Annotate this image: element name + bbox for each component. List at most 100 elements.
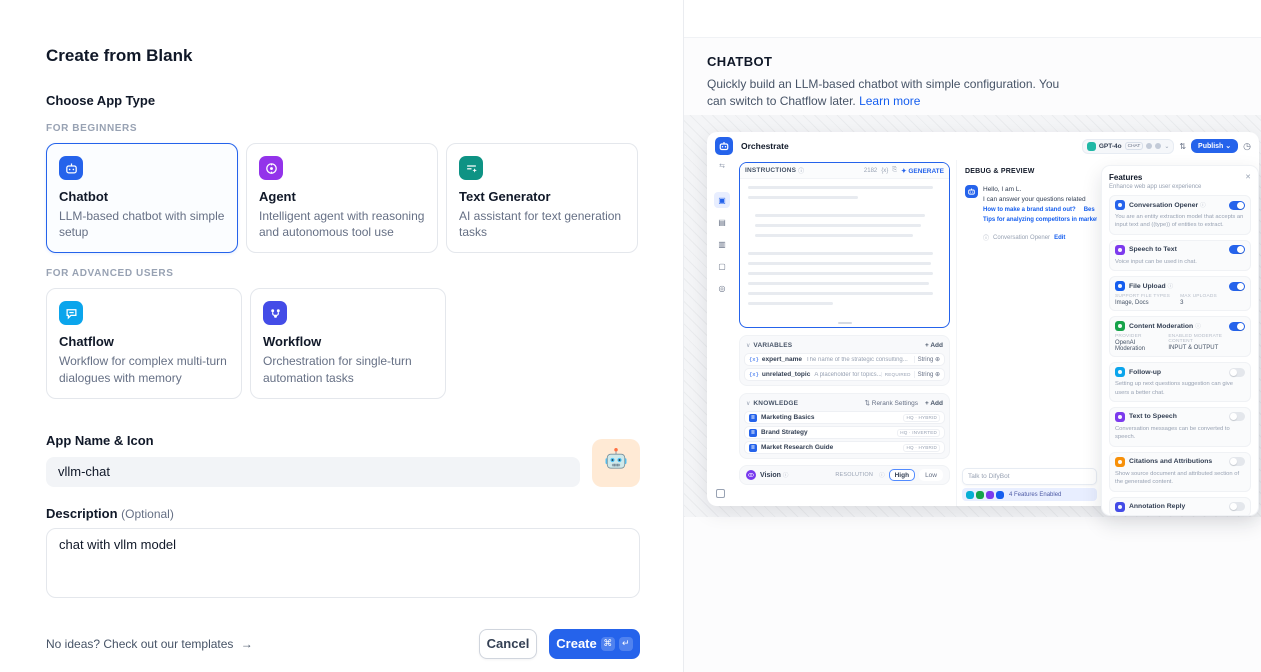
app-type-card-workflow[interactable]: Workflow Orchestration for single-turn a… xyxy=(250,288,446,398)
feature-item: File Upload ⓘ SUPPORT FILE TYPESImage, D… xyxy=(1109,276,1251,311)
knowledge-row: ≣ Marketing Basics HQ · HYBRID xyxy=(744,411,945,424)
settings-icon xyxy=(1155,143,1161,149)
clipboard-icon: ⎘ xyxy=(892,167,897,174)
choose-app-type-label: Choose App Type xyxy=(46,93,640,108)
pv-model-selector: GPT-4o CHAT ⌄ xyxy=(1082,139,1175,154)
app-type-card-chatflow[interactable]: Chatflow Workflow for complex multi-turn… xyxy=(46,288,242,398)
chatbot-preview-image: Orchestrate GPT-4o CHAT ⌄ ⇅ Publish ⌄ ◷ xyxy=(707,132,1259,506)
app-name-row: App Name & Icon xyxy=(46,433,640,487)
greeting-line: I can answer your questions related xyxy=(983,195,1097,205)
vision-eye-icon xyxy=(746,470,756,480)
preview-type-title: CHATBOT xyxy=(707,54,1261,69)
page-title: Create from Blank xyxy=(46,46,640,66)
arrow-right-icon: → xyxy=(241,637,253,651)
cmd-key-icon: ⌘ xyxy=(601,637,615,651)
feature-mini-icon xyxy=(976,491,984,499)
info-icon: ⓘ xyxy=(1168,282,1174,290)
retrieval-badge: HQ · HYBRID xyxy=(903,414,940,422)
advanced-cards-row: Chatflow Workflow for complex multi-turn… xyxy=(46,288,640,398)
toggle xyxy=(1229,368,1245,377)
rail-notes-icon: ▢ xyxy=(714,258,730,274)
dialog-footer: No ideas? Check out our templates → Canc… xyxy=(46,629,640,659)
variable-token-icon: {x} xyxy=(881,168,888,174)
generate-button: ✦ GENERATE xyxy=(901,167,944,175)
resize-handle xyxy=(838,322,852,324)
rerank-settings-button: ⇅ Rerank Settings xyxy=(864,399,918,407)
toggle xyxy=(1229,201,1245,210)
card-desc: AI assistant for text generation tasks xyxy=(459,208,625,240)
description-textarea[interactable] xyxy=(46,528,640,598)
variable-row: {x} expert_name The name of the strategi… xyxy=(744,353,945,366)
pv-publish-button: Publish ⌄ xyxy=(1191,139,1238,153)
feature-item: Text to Speech Conversation messages can… xyxy=(1109,407,1251,447)
card-desc: Orchestration for single-turn automation… xyxy=(263,353,433,385)
rail-document-icon: ▥ xyxy=(714,236,730,252)
card-title: Chatflow xyxy=(59,334,229,349)
create-app-dialog: Create from Blank Choose App Type FOR BE… xyxy=(0,0,1261,672)
info-icon: ⓘ xyxy=(1195,322,1201,330)
card-title: Workflow xyxy=(263,334,433,349)
knowledge-row: ≣ Market Research Guide HQ · HYBRID xyxy=(744,441,945,454)
file-upload-icon xyxy=(1115,281,1125,291)
rail-orchestrate-icon: ▣ xyxy=(714,192,730,208)
toggle xyxy=(1229,412,1245,421)
card-title: Agent xyxy=(259,189,425,204)
info-icon: ⓘ xyxy=(783,471,789,479)
create-button[interactable]: Create ⌘ ↵ xyxy=(549,629,640,659)
pv-instructions-panel: INSTRUCTIONS ⓘ 2182 {x} ⎘ ✦ GENERATE xyxy=(739,162,950,328)
knowledge-row: ≣ Brand Strategy HQ · INVERTED xyxy=(744,426,945,439)
robot-emoji-icon xyxy=(602,446,630,479)
rail-image-icon: ▤ xyxy=(714,214,730,230)
toggle xyxy=(1229,282,1245,291)
add-knowledge-button: + Add xyxy=(925,400,943,407)
feature-item: Conversation Opener ⓘ You are an entity … xyxy=(1109,195,1251,235)
app-type-card-text-generator[interactable]: Text Generator AI assistant for text gen… xyxy=(446,143,638,253)
chatflow-icon xyxy=(59,301,83,325)
pv-main-column: INSTRUCTIONS ⓘ 2182 {x} ⎘ ✦ GENERATE xyxy=(737,160,956,506)
dataset-icon: ≣ xyxy=(749,414,757,422)
app-type-card-agent[interactable]: Agent Intelligent agent with reasoning a… xyxy=(246,143,438,253)
for-beginners-label: FOR BEGINNERS xyxy=(46,123,640,134)
app-type-card-chatbot[interactable]: Chatbot LLM-based chatbot with simple se… xyxy=(46,143,238,253)
caret-down-icon: ∨ xyxy=(746,342,750,349)
close-icon: ✕ xyxy=(1245,173,1251,181)
for-advanced-users-label: FOR ADVANCED USERS xyxy=(46,268,640,279)
pv-features-enabled-bar: 4 Features Enabled xyxy=(962,488,1097,501)
templates-link[interactable]: No ideas? Check out our templates → xyxy=(46,637,253,651)
conversation-opener-icon xyxy=(1115,200,1125,210)
chevron-down-icon: ⌄ xyxy=(1164,143,1169,150)
caret-down-icon: ∨ xyxy=(746,400,750,407)
add-variable-button: + Add xyxy=(925,342,943,349)
pv-features-panel: Features Enhance web app user experience… xyxy=(1101,165,1259,516)
info-icon: ⓘ xyxy=(983,233,989,242)
debug-preview-label: DEBUG & PREVIEW xyxy=(957,160,1101,175)
card-desc: Intelligent agent with reasoning and aut… xyxy=(259,208,425,240)
app-icon-picker[interactable] xyxy=(592,439,640,487)
instructions-skeleton xyxy=(740,179,949,305)
feature-item: Citations and Attributions Show source d… xyxy=(1109,452,1251,492)
feature-mini-icon xyxy=(966,491,974,499)
feature-item: Content Moderation ⓘ PROVIDEROpenAI Mode… xyxy=(1109,316,1251,357)
char-count: 2182 xyxy=(864,168,877,174)
learn-more-link[interactable]: Learn more xyxy=(859,94,920,108)
cancel-button[interactable]: Cancel xyxy=(479,629,537,659)
model-provider-icon xyxy=(1087,142,1096,151)
chatbot-icon xyxy=(59,156,83,180)
variable-row: {x} unrelated_topic A placeholder for to… xyxy=(744,368,945,381)
edit-opener-link: Edit xyxy=(1054,235,1065,241)
toggle xyxy=(1229,502,1245,511)
workflow-icon xyxy=(263,301,287,325)
feature-mini-icon xyxy=(986,491,994,499)
info-icon: ⓘ xyxy=(1200,201,1206,209)
agent-icon xyxy=(259,156,283,180)
toggle xyxy=(1229,457,1245,466)
instructions-label: INSTRUCTIONS xyxy=(745,167,796,174)
beginner-cards-row: Chatbot LLM-based chatbot with simple se… xyxy=(46,143,640,253)
app-name-input[interactable] xyxy=(46,457,580,487)
resolution-low-option: Low xyxy=(919,469,943,481)
preview-type-desc: Quickly build an LLM-based chatbot with … xyxy=(707,76,1079,111)
bot-avatar-icon xyxy=(965,185,978,198)
citations-icon xyxy=(1115,457,1125,467)
info-icon: ⓘ xyxy=(798,166,804,175)
app-name-label: App Name & Icon xyxy=(46,433,580,448)
